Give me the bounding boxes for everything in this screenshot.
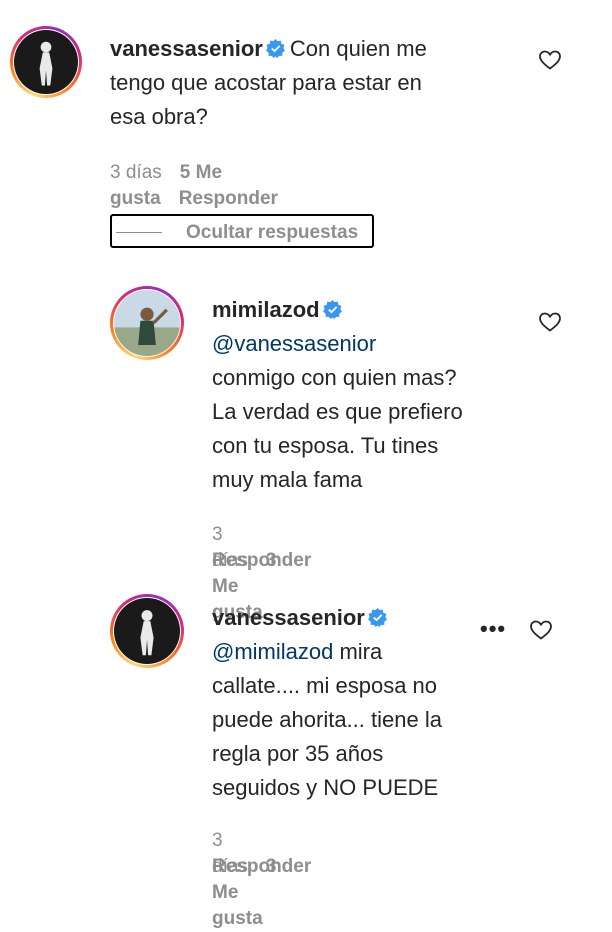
verified-badge-icon <box>265 39 285 58</box>
comment-text-line: Con quien me <box>289 36 427 61</box>
reply-button[interactable]: Responder <box>212 856 311 877</box>
reply-button[interactable]: Responder <box>179 188 278 209</box>
avatar[interactable] <box>110 286 184 360</box>
heart-icon[interactable] <box>538 48 562 72</box>
comment-text-line: seguidos y NO PUEDE <box>212 775 439 800</box>
divider-line <box>116 232 162 233</box>
hide-replies-label: Ocultar respuestas <box>186 222 359 243</box>
heart-icon[interactable] <box>538 310 562 334</box>
comment-text-line: tengo que acostar para estar en <box>110 70 422 95</box>
comment-text-line: esa obra? <box>110 104 208 129</box>
reply-button[interactable]: Responder <box>212 550 311 571</box>
comment-date: 3 días <box>110 162 162 183</box>
more-options-icon[interactable]: ••• <box>480 616 506 642</box>
verified-badge-icon <box>367 608 387 627</box>
comment-text-line: muy mala fama <box>212 467 363 492</box>
comment-text-line: regla por 35 años <box>212 741 384 766</box>
comment-username[interactable]: mimilazod <box>212 297 320 322</box>
heart-icon[interactable] <box>529 618 553 642</box>
avatar[interactable] <box>110 594 184 668</box>
comment-text-line: conmigo con quien mas? <box>212 365 457 390</box>
mention-link[interactable]: @mimilazod <box>212 639 333 664</box>
avatar-photo-icon <box>114 598 180 664</box>
comment-text-line: callate.... mi esposa no <box>212 673 438 698</box>
hide-replies-button[interactable]: Ocultar respuestas <box>110 214 374 248</box>
comment-username[interactable]: vanessasenior <box>212 605 365 630</box>
avatar[interactable] <box>10 26 82 98</box>
comment-text-line: mira <box>333 639 383 664</box>
avatar-photo-icon <box>14 30 78 94</box>
avatar-photo-icon <box>114 290 180 356</box>
mention-link[interactable]: @vanessasenior <box>212 331 376 356</box>
comment-text-line: con tu esposa. Tu tines <box>212 433 439 458</box>
comment-text-line: La verdad es que prefiero <box>212 399 463 424</box>
comment-text-line: puede ahorita... tiene la <box>212 707 442 732</box>
comment-username[interactable]: vanessasenior <box>110 36 263 61</box>
verified-badge-icon <box>322 300 342 319</box>
